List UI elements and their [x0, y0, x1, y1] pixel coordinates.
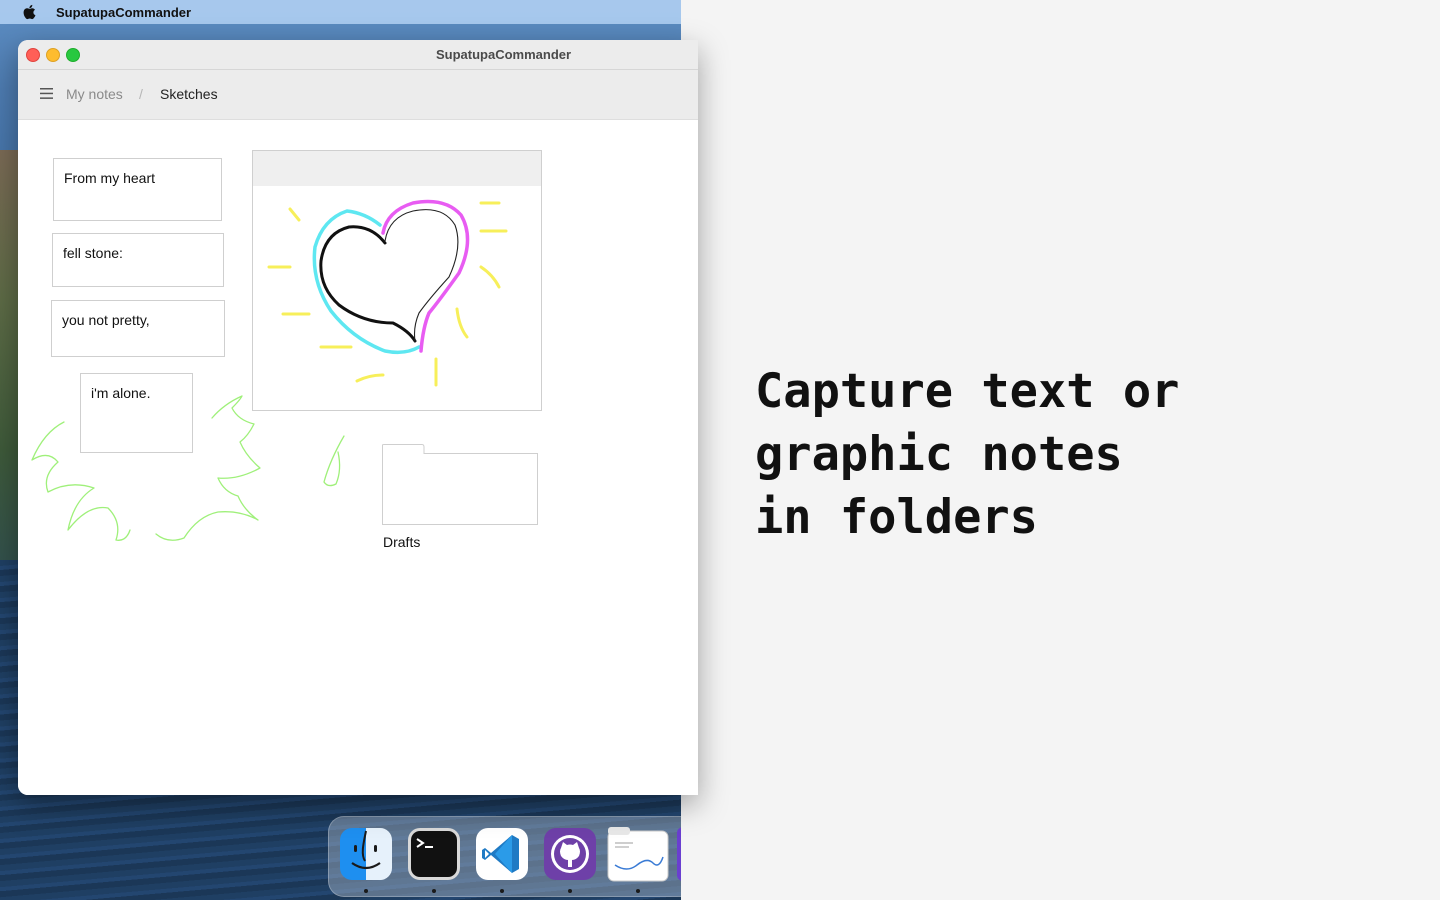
- finder-running-indicator: [364, 889, 368, 893]
- apple-icon[interactable]: [22, 4, 36, 20]
- promo-headline: Capture text or graphic notes in folders: [755, 360, 1395, 549]
- window-title: SupatupaCommander: [436, 47, 572, 62]
- note-card[interactable]: fell stone:: [52, 233, 224, 287]
- note-text: From my heart: [64, 170, 156, 186]
- sketch-note-card[interactable]: [252, 150, 542, 411]
- app-window: SupatupaCommander My notes / Sketches Fr…: [18, 40, 698, 795]
- hamburger-menu-icon[interactable]: [40, 87, 53, 100]
- breadcrumb-separator: /: [139, 86, 143, 102]
- breadcrumb-my-notes[interactable]: My notes: [66, 86, 123, 102]
- promo-line: in folders: [755, 490, 1038, 545]
- note-card[interactable]: i'm alone.: [80, 373, 193, 453]
- supatupa-commander-icon[interactable]: [607, 827, 669, 882]
- menu-bar: SupatupaCommander: [0, 0, 681, 24]
- minimize-button[interactable]: [46, 48, 60, 62]
- github-desktop-running-indicator: [568, 889, 572, 893]
- notes-canvas[interactable]: From my heart fell stone: you not pretty…: [18, 120, 698, 795]
- folder-label[interactable]: Drafts: [383, 534, 420, 550]
- toolbar: My notes / Sketches: [18, 70, 698, 120]
- close-button[interactable]: [26, 48, 40, 62]
- note-text: i'm alone.: [91, 385, 151, 401]
- note-text: you not pretty,: [62, 312, 150, 328]
- note-card[interactable]: From my heart: [53, 158, 222, 221]
- folder-icon[interactable]: [382, 444, 538, 525]
- note-card[interactable]: you not pretty,: [51, 300, 225, 357]
- terminal-icon[interactable]: [407, 827, 461, 881]
- promo-line: graphic notes: [755, 427, 1123, 482]
- breadcrumb-sketches: Sketches: [160, 86, 218, 102]
- terminal-running-indicator: [432, 889, 436, 893]
- finder-icon[interactable]: [339, 827, 393, 881]
- promo-line: Capture text or: [755, 364, 1180, 419]
- dock: [328, 816, 681, 897]
- vscode-running-indicator: [500, 889, 504, 893]
- window-titlebar[interactable]: SupatupaCommander: [18, 40, 698, 70]
- heart-sketch-drawing: [267, 199, 508, 387]
- supatupa-commander-running-indicator: [636, 889, 640, 893]
- partial-app-icon[interactable]: [677, 827, 681, 881]
- note-text: fell stone:: [63, 245, 123, 261]
- github-desktop-icon[interactable]: [543, 827, 597, 881]
- menu-bar-app-name[interactable]: SupatupaCommander: [56, 5, 191, 20]
- vscode-icon[interactable]: [475, 827, 529, 881]
- zoom-button[interactable]: [66, 48, 80, 62]
